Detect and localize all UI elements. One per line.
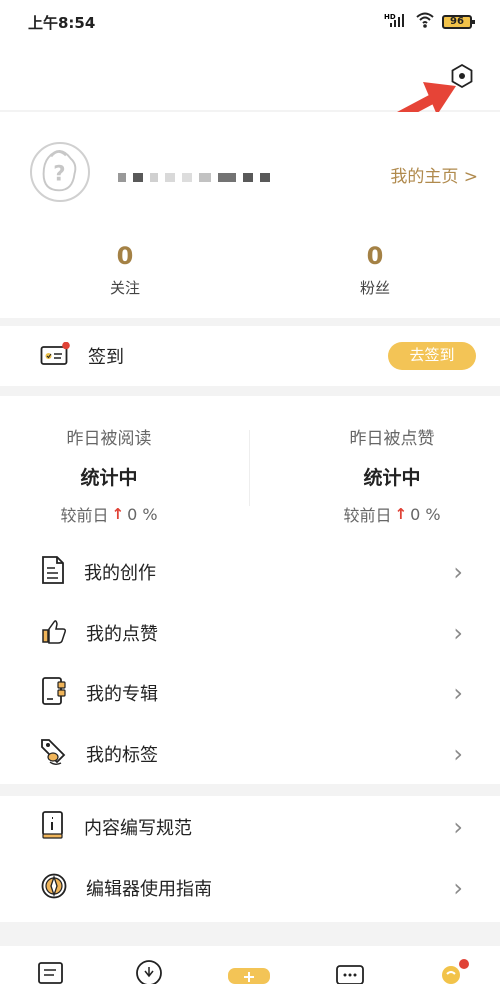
menu-label: 我的专辑: [86, 684, 158, 705]
chevron-right-icon: ›: [453, 619, 463, 647]
tag-icon: [40, 737, 68, 771]
username-pixelated: [118, 167, 323, 187]
likes-percent: 0 %: [410, 504, 441, 524]
wifi-icon: [415, 12, 435, 32]
likes-compare-label: 较前日: [343, 506, 392, 525]
checkin-label: 签到: [88, 347, 124, 368]
settings-icon[interactable]: [448, 62, 476, 90]
read-value: 统计中: [80, 467, 138, 489]
guides-panel: 内容编写规范 › 编辑器使用指南 ›: [0, 796, 500, 922]
read-compare-label: 较前日: [60, 506, 109, 525]
following-count: 0: [116, 242, 134, 270]
read-stat: 昨日被阅读 统计中 较前日 ↑ 0 %: [29, 424, 189, 526]
up-arrow-icon: ↑: [111, 505, 125, 523]
menu-my-tags[interactable]: 我的标签 ›: [0, 724, 500, 784]
stats-divider: [249, 430, 250, 506]
menu-my-creations[interactable]: 我的创作 ›: [0, 542, 500, 602]
menu-label: 编辑器使用指南: [86, 879, 212, 900]
signal-icon: HD: [384, 12, 408, 32]
thumbs-up-icon: [40, 617, 68, 649]
likes-title: 昨日被点赞: [349, 429, 435, 449]
read-percent: 0 %: [127, 504, 158, 524]
status-bar: 上午8:54 HD 96: [0, 0, 500, 44]
following-label: 关注: [109, 279, 140, 297]
question-avatar-icon: ?: [42, 150, 77, 192]
profile-card: ? 我的主页 > 0 关注 0 粉丝: [0, 112, 500, 318]
menu-label: 内容编写规范: [84, 818, 192, 839]
homepage-link-label: 我的主页 >: [390, 167, 478, 187]
top-bar: [0, 44, 500, 110]
nav-profile-icon[interactable]: [435, 958, 469, 984]
following-stat[interactable]: 0 关注: [75, 242, 175, 298]
likes-compare: 较前日 ↑ 0 %: [312, 502, 472, 526]
likes-stat: 昨日被点赞 统计中 较前日 ↑ 0 %: [312, 424, 472, 526]
menu-my-likes[interactable]: 我的点赞 ›: [0, 603, 500, 663]
compass-icon: [40, 872, 68, 904]
up-arrow-icon: ↑: [394, 505, 408, 523]
nav-create-icon[interactable]: [227, 958, 271, 984]
menu-label: 我的创作: [84, 563, 156, 584]
menu-editor-guide[interactable]: 编辑器使用指南 ›: [0, 858, 500, 918]
menu-my-albums[interactable]: 我的专辑 ›: [0, 663, 500, 723]
bottom-nav: [0, 946, 500, 984]
status-time: 上午8:54: [28, 13, 96, 32]
status-icons: HD 96: [384, 12, 475, 32]
followers-stat[interactable]: 0 粉丝: [325, 242, 425, 298]
chevron-right-icon: ›: [453, 558, 463, 586]
menu-content-guidelines[interactable]: 内容编写规范 ›: [0, 797, 500, 857]
nav-articles-icon[interactable]: [35, 958, 67, 984]
chevron-right-icon: ›: [453, 679, 463, 707]
reading-stats-panel: 昨日被阅读 统计中 较前日 ↑ 0 % 昨日被点赞 统计中 较前日 ↑ 0 % …: [0, 396, 500, 784]
menu-label: 我的点赞: [86, 624, 158, 645]
followers-count: 0: [366, 242, 384, 270]
menu-label: 我的标签: [86, 745, 158, 766]
read-title: 昨日被阅读: [66, 429, 152, 449]
checkin-button[interactable]: 去签到: [388, 342, 476, 370]
signal-label: HD: [384, 13, 396, 21]
avatar[interactable]: ?: [30, 142, 90, 202]
album-icon: [40, 676, 68, 710]
info-book-icon: [40, 810, 66, 844]
chevron-right-icon: ›: [453, 740, 463, 768]
read-compare: 较前日 ↑ 0 %: [29, 502, 189, 526]
chevron-right-icon: ›: [453, 813, 463, 841]
checkin-row[interactable]: 签到 去签到: [0, 326, 500, 386]
nav-messages-icon[interactable]: [335, 958, 367, 984]
nav-ideas-icon[interactable]: [133, 958, 165, 984]
battery-level: 96: [450, 16, 464, 27]
document-icon: [40, 555, 66, 589]
followers-label: 粉丝: [359, 279, 390, 297]
chevron-right-icon: ›: [453, 874, 463, 902]
checkin-icon: [40, 341, 70, 370]
battery-icon: 96: [442, 15, 475, 29]
svg-text:?: ?: [53, 162, 65, 187]
likes-value: 统计中: [363, 467, 421, 489]
homepage-link[interactable]: 我的主页 >: [390, 162, 478, 187]
